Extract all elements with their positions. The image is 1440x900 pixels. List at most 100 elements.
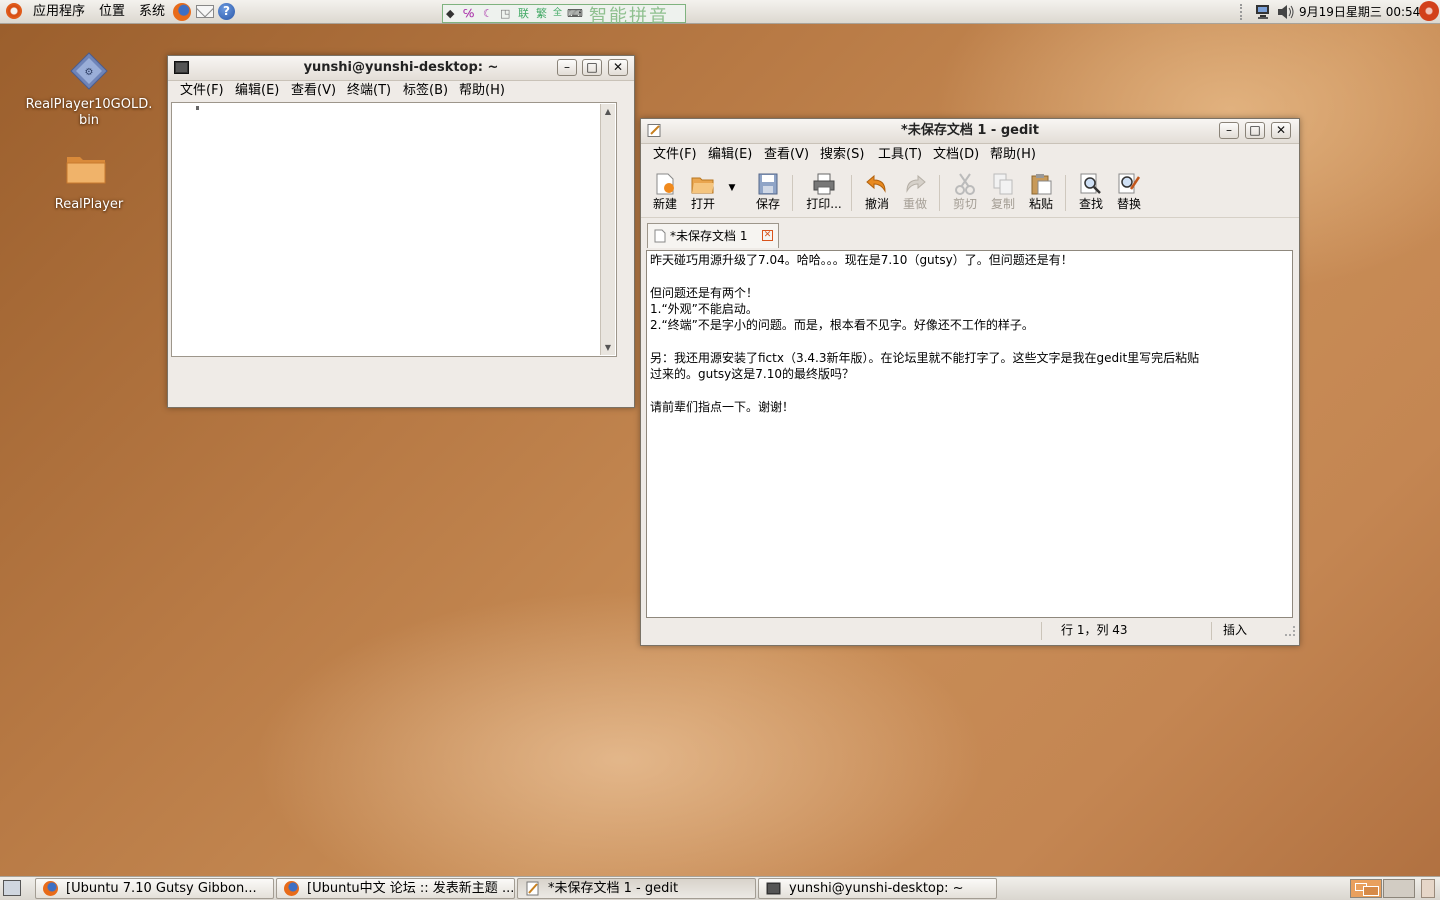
toolbar-separator [792,175,793,211]
workspace-2[interactable] [1383,879,1415,898]
maximize-button[interactable]: □ [1245,122,1265,139]
print-button[interactable]: 打印... [800,171,848,212]
terminal-titlebar[interactable]: yunshi@yunshi-desktop: ~ – □ ✕ [168,56,634,81]
copy-button[interactable]: 复制 [985,171,1021,212]
bottom-panel: [Ubuntu 7.10 Gutsy Gibbon... [Ubuntu中文 论… [0,876,1440,900]
text-line: ​ [650,382,1289,398]
close-button[interactable]: ✕ [608,59,628,76]
save-button[interactable]: 保存 [750,171,786,212]
scroll-up-icon[interactable]: ▲ [602,105,614,118]
ime-name: 智能拼音 [589,6,669,27]
menu-places[interactable]: 位置 [99,0,125,24]
realplayer-folder-label[interactable]: RealPlayer [40,197,138,213]
menu-file[interactable]: 文件(F) [180,80,224,102]
firefox-icon [43,881,58,896]
folder-icon[interactable] [66,152,106,184]
menu-documents[interactable]: 文档(D) [933,144,979,166]
taskbar-item-firefox-2[interactable]: [Ubuntu中文 论坛 :: 发表新主题 ... [276,878,515,899]
text-editor[interactable]: 昨天碰巧用源升级了7.04。哈哈。。。现在是7.10（gutsy）了。但问题还是… [646,250,1293,618]
redo-button[interactable]: 重做 [897,171,933,212]
gedit-menubar: 文件(F) 编辑(E) 查看(V) 搜索(S) 工具(T) 文档(D) 帮助(H… [641,144,1299,166]
firefox-icon[interactable] [173,3,191,21]
gedit-window[interactable]: *未保存文档 1 - gedit – □ ✕ 文件(F) 编辑(E) 查看(V)… [640,118,1300,646]
show-desktop-icon[interactable] [3,880,21,896]
realplayer-bin-label[interactable]: RealPlayer10GOLD. bin [20,97,158,129]
document-tab[interactable]: *未保存文档 1 ✕ [647,223,779,248]
menu-edit[interactable]: 编辑(E) [235,80,279,102]
keyboard-icon[interactable]: ⌨ [567,5,583,22]
top-panel: 应用程序 位置 系统 ? ◆ ℅ ☾ ◳ 联 繁 全 ⌨ 智能拼音 9月19日星… [0,0,1440,27]
workspace-1[interactable] [1350,879,1382,898]
menu-search[interactable]: 搜索(S) [820,144,864,166]
taskbar-item-label: *未保存文档 1 - gedit [548,881,679,896]
minimize-button[interactable]: – [1219,122,1239,139]
toolbar-separator [939,175,940,211]
open-button[interactable]: 打开 [685,171,721,212]
ime-status-bar[interactable]: ◆ ℅ ☾ ◳ 联 繁 全 ⌨ 智能拼音 [442,4,686,27]
ime-fullwidth[interactable]: 全 [553,5,562,22]
menu-tabs[interactable]: 标签(B) [403,80,448,102]
gedit-title: *未保存文档 1 - gedit [901,123,1039,138]
clock[interactable]: 9月19日星期三 00:54 [1299,0,1420,24]
menu-edit[interactable]: 编辑(E) [708,144,752,166]
terminal-window[interactable]: yunshi@yunshi-desktop: ~ – □ ✕ 文件(F) 编辑(… [167,55,635,408]
menu-help[interactable]: 帮助(H) [990,144,1036,166]
find-button[interactable]: 查找 [1073,171,1109,212]
taskbar-item-label: yunshi@yunshi-desktop: ~ [789,881,964,896]
terminal-screen[interactable]: ▲ ▼ [171,102,617,357]
ubuntu-logo-icon[interactable] [6,3,22,19]
menu-applications[interactable]: 应用程序 [33,0,85,24]
taskbar-item-terminal[interactable]: yunshi@yunshi-desktop: ~ [758,878,997,899]
new-button[interactable]: 新建 [647,171,683,212]
tab-close-icon[interactable]: ✕ [762,230,773,241]
quit-icon[interactable] [1419,1,1439,21]
volume-icon[interactable] [1277,4,1295,20]
replace-icon [1118,173,1141,194]
tray-handle[interactable] [1240,4,1250,20]
terminal-cursor [196,106,199,110]
close-button[interactable]: ✕ [1271,122,1291,139]
scissors-icon [955,173,975,195]
menu-file[interactable]: 文件(F) [653,144,697,166]
menu-help[interactable]: 帮助(H) [459,80,505,102]
minimize-button[interactable]: – [557,59,577,76]
document-icon [654,229,666,243]
ime-moon-icon[interactable]: ☾ [483,5,493,22]
trash-icon[interactable] [1421,879,1435,898]
replace-button[interactable]: 替换 [1111,171,1147,212]
taskbar-item-label: [Ubuntu 7.10 Gutsy Gibbon... [66,881,257,896]
penguin-icon[interactable]: ◆ [446,5,454,22]
cut-button[interactable]: 剪切 [947,171,983,212]
insert-mode: 插入 [1223,623,1248,637]
help-icon[interactable]: ? [218,3,235,20]
paste-button[interactable]: 粘贴 [1023,171,1059,212]
ime-associate[interactable]: 联 [518,5,529,22]
terminal-scrollbar[interactable]: ▲ ▼ [600,104,615,355]
text-line: ​ [650,333,1289,349]
maximize-button[interactable]: □ [582,59,602,76]
realplayer-bin-icon[interactable]: ⚙ [70,52,108,90]
menu-system[interactable]: 系统 [139,0,165,24]
gedit-app-icon [526,881,539,896]
menu-view[interactable]: 查看(V) [291,80,336,102]
undo-button[interactable]: 撤消 [859,171,895,212]
menu-terminal[interactable]: 终端(T) [347,80,391,102]
resize-grip-icon[interactable] [1285,626,1295,636]
status-separator [1211,622,1212,640]
save-disk-icon [758,173,778,195]
mail-icon[interactable] [196,5,214,18]
menu-tools[interactable]: 工具(T) [878,144,922,166]
ime-punct-icon[interactable]: ◳ [500,5,510,22]
chevron-down-icon: ▼ [728,183,736,193]
scroll-down-icon[interactable]: ▼ [602,341,614,354]
gedit-titlebar[interactable]: *未保存文档 1 - gedit – □ ✕ [641,119,1299,144]
open-recent-dropdown[interactable]: ▼ [724,183,740,193]
ime-traditional[interactable]: 繁 [536,5,547,22]
taskbar-item-gedit[interactable]: *未保存文档 1 - gedit [517,878,756,899]
printer-icon [813,173,835,195]
text-line: 但问题还是有两个！ [650,285,759,300]
taskbar-item-firefox-1[interactable]: [Ubuntu 7.10 Gutsy Gibbon... [35,878,274,899]
ime-mode-icon[interactable]: ℅ [463,5,474,22]
network-icon[interactable] [1255,4,1271,20]
menu-view[interactable]: 查看(V) [764,144,809,166]
